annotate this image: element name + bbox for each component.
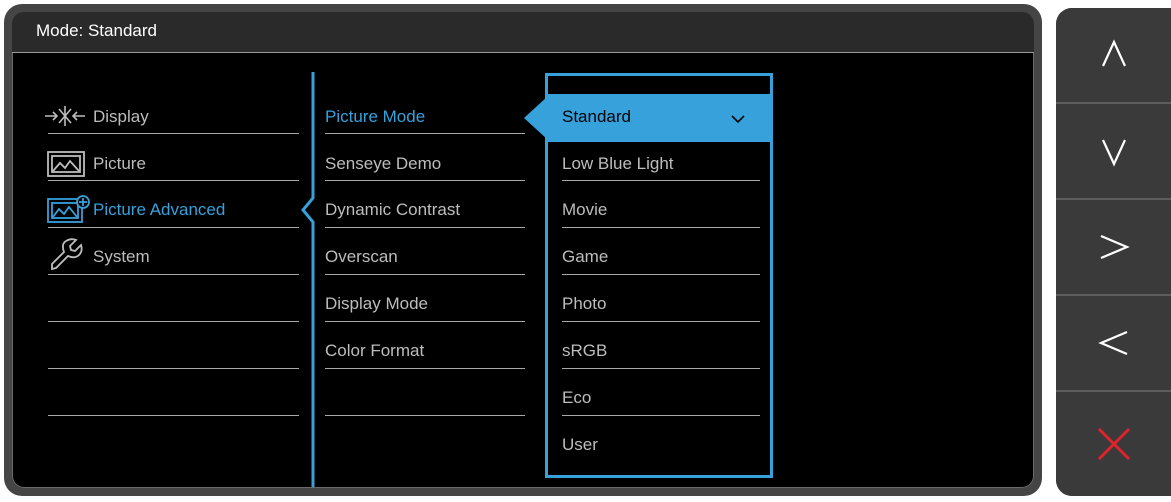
down-button[interactable] (1056, 104, 1171, 200)
divider (325, 180, 525, 181)
divider (325, 227, 525, 228)
osd-frame: Mode: Standard Display Picture Picture A… (4, 4, 1042, 496)
divider (48, 227, 299, 228)
divider (325, 133, 525, 134)
selection-pointer (524, 96, 548, 140)
divider (562, 274, 760, 275)
up-button[interactable] (1056, 8, 1171, 104)
divider (48, 321, 299, 322)
menu-item-display[interactable]: Display (93, 107, 149, 127)
divider (325, 368, 525, 369)
submenu-item-picture-mode[interactable]: Picture Mode (325, 107, 425, 127)
submenu-item-dynamic-contrast[interactable]: Dynamic Contrast (325, 200, 460, 220)
divider (562, 415, 760, 416)
checkmark-icon (731, 115, 745, 124)
left-button[interactable] (1056, 296, 1171, 392)
option-photo[interactable]: Photo (562, 294, 606, 314)
divider (48, 415, 299, 416)
divider (562, 321, 760, 322)
option-movie[interactable]: Movie (562, 200, 607, 220)
submenu-item-senseye-demo[interactable]: Senseye Demo (325, 154, 441, 174)
option-user[interactable]: User (562, 435, 598, 455)
divider (325, 274, 525, 275)
divider (325, 415, 525, 416)
divider (562, 180, 760, 181)
divider (48, 180, 299, 181)
divider (48, 368, 299, 369)
right-button[interactable] (1056, 200, 1171, 296)
option-eco[interactable]: Eco (562, 388, 591, 408)
picture-icon (47, 151, 85, 177)
submenu-item-overscan[interactable]: Overscan (325, 247, 398, 267)
submenu-item-display-mode[interactable]: Display Mode (325, 294, 428, 314)
option-srgb[interactable]: sRGB (562, 341, 607, 361)
mode-title: Mode: Standard (36, 21, 157, 40)
submenu-item-color-format[interactable]: Color Format (325, 341, 424, 361)
menu-item-system[interactable]: System (93, 247, 150, 267)
control-buttons (1056, 8, 1171, 496)
chevron-down-icon (1101, 139, 1126, 167)
picture-advanced-icon (47, 195, 90, 223)
selection-bracket (301, 72, 315, 487)
close-icon (1097, 427, 1130, 461)
option-standard[interactable]: Standard (562, 107, 631, 127)
divider (562, 227, 760, 228)
chevron-up-icon (1101, 39, 1126, 67)
option-game[interactable]: Game (562, 247, 608, 267)
divider (48, 133, 299, 134)
menu-item-picture-advanced[interactable]: Picture Advanced (93, 200, 225, 220)
exit-button[interactable] (1056, 392, 1171, 496)
option-low-blue-light[interactable]: Low Blue Light (562, 154, 674, 174)
chevron-right-icon (1100, 234, 1130, 260)
display-icon (45, 106, 85, 126)
divider (325, 321, 525, 322)
menu-item-picture[interactable]: Picture (93, 154, 146, 174)
osd-panel: Mode: Standard Display Picture Picture A… (12, 12, 1034, 488)
title-bar: Mode: Standard (12, 12, 1034, 53)
divider (562, 368, 760, 369)
wrench-icon (51, 238, 83, 271)
divider (48, 274, 299, 275)
chevron-left-icon (1097, 330, 1127, 356)
